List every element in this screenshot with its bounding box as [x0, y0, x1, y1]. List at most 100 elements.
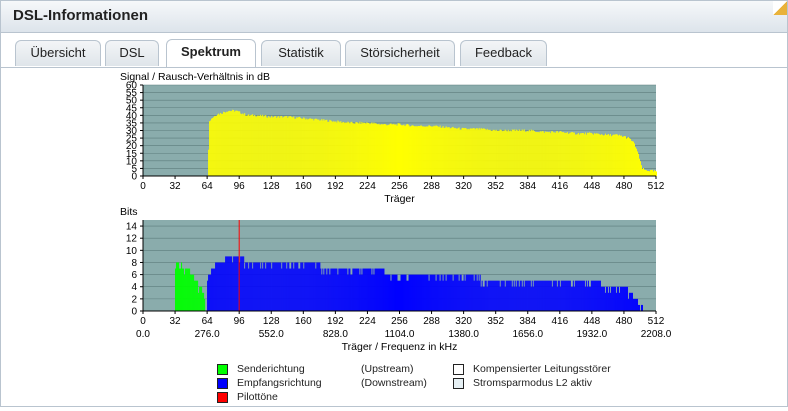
bar-0-0-353 — [496, 130, 498, 176]
bar-1-1-443 — [586, 286, 588, 311]
bar-0-0-222 — [365, 123, 367, 176]
bar-1-1-106 — [249, 262, 251, 311]
bar-0-0-283 — [426, 126, 428, 176]
bar-0-0-396 — [539, 131, 541, 176]
legend-crosstalk-label: Kompensierter Leitungsstörer — [473, 363, 611, 375]
bar-1-1-67 — [210, 274, 212, 311]
bar-0-0-410 — [553, 132, 555, 176]
bar-1-1-399 — [542, 280, 544, 311]
bar-1-1-176 — [319, 262, 321, 311]
bar-0-0-467 — [610, 136, 612, 176]
bar-1-1-244 — [387, 274, 389, 311]
bar-0-0-239 — [382, 124, 384, 176]
bar-1-1-398 — [541, 280, 543, 311]
bar-1-1-480 — [623, 286, 625, 311]
bar-0-0-180 — [323, 119, 325, 176]
bar-1-1-132 — [275, 262, 277, 311]
bar-0-0-324 — [467, 128, 469, 176]
bar-1-1-382 — [525, 280, 527, 311]
bar-1-1-450 — [593, 280, 595, 311]
bar-1-1-371 — [514, 280, 516, 311]
bar-1-0-55 — [198, 292, 200, 311]
bar-0-0-435 — [578, 134, 580, 176]
bar-0-0-462 — [605, 134, 607, 176]
bar-1-1-389 — [532, 286, 534, 311]
bar-1-1-370 — [513, 286, 515, 311]
bar-1-1-321 — [464, 280, 466, 311]
bar-0-0-464 — [607, 134, 609, 176]
bar-0-0-219 — [362, 123, 364, 176]
y-tick-label-1-6: 12 — [126, 234, 138, 245]
bar-0-0-77 — [220, 112, 222, 176]
bar-0-0-413 — [556, 131, 558, 176]
bar-1-1-120 — [263, 262, 265, 311]
tab-spektrum[interactable]: Spektrum — [166, 39, 256, 67]
bar-0-0-460 — [603, 135, 605, 176]
bar-1-1-265 — [408, 274, 410, 311]
bar-1-1-479 — [622, 286, 624, 311]
bar-1-1-325 — [468, 274, 470, 311]
bar-0-0-68 — [211, 118, 213, 176]
bar-0-0-270 — [413, 125, 415, 176]
bar-0-0-196 — [339, 122, 341, 176]
bar-0-0-192 — [335, 121, 337, 176]
tab-statistik[interactable]: Statistik — [261, 40, 341, 66]
bar-0-0-285 — [428, 125, 430, 176]
bar-1-1-391 — [534, 280, 536, 311]
bar-1-1-207 — [350, 274, 352, 311]
bar-0-0-70 — [213, 117, 215, 176]
bar-0-0-279 — [422, 126, 424, 176]
bar-0-0-286 — [429, 125, 431, 176]
bar-0-0-458 — [601, 134, 603, 176]
bar-0-0-393 — [536, 132, 538, 176]
bar-0-0-461 — [604, 133, 606, 176]
bar-0-0-236 — [379, 124, 381, 176]
bar-0-0-278 — [421, 126, 423, 176]
bar-1-1-360 — [503, 280, 505, 311]
bar-1-1-198 — [341, 268, 343, 311]
bar-0-0-442 — [585, 134, 587, 176]
bar-0-0-125 — [268, 116, 270, 176]
bar-1-1-248 — [391, 274, 393, 311]
bar-0-0-150 — [293, 116, 295, 176]
bar-0-0-65 — [208, 149, 210, 176]
tab-uebersicht[interactable]: Übersicht — [15, 40, 101, 66]
bar-0-0-128 — [271, 115, 273, 176]
bar-0-0-488 — [631, 141, 633, 176]
bar-0-0-350 — [493, 129, 495, 176]
bar-1-1-466 — [609, 292, 611, 311]
bar-1-1-157 — [300, 262, 302, 311]
bar-0-0-209 — [352, 123, 354, 176]
tab-stoersicherheit[interactable]: Störsicherheit — [345, 40, 455, 66]
bar-0-0-111 — [254, 114, 256, 176]
bar-0-0-327 — [470, 128, 472, 176]
bar-1-1-402 — [545, 280, 547, 311]
bar-0-0-448 — [591, 133, 593, 176]
bar-0-0-187 — [330, 120, 332, 176]
bar-0-0-485 — [628, 138, 630, 176]
bar-0-0-407 — [550, 131, 552, 176]
bar-1-1-234 — [377, 268, 379, 311]
bar-0-0-117 — [260, 114, 262, 176]
bar-1-1-173 — [316, 262, 318, 311]
bar-1-1-378 — [521, 286, 523, 311]
bar-0-0-292 — [435, 125, 437, 176]
bar-0-0-145 — [288, 116, 290, 176]
bar-1-1-407 — [550, 280, 552, 311]
bar-1-0-46 — [189, 268, 191, 311]
bar-1-1-64 — [207, 280, 209, 311]
bar-0-0-261 — [404, 126, 406, 176]
x-tick-label-1-8: 256 — [391, 316, 408, 327]
bar-0-0-450 — [593, 133, 595, 176]
bar-0-0-186 — [329, 119, 331, 176]
bar-1-1-359 — [502, 280, 504, 311]
tab-dsl[interactable]: DSL — [105, 40, 159, 66]
bar-1-1-301 — [444, 274, 446, 311]
bar-1-1-386 — [529, 280, 531, 311]
bar-0-0-492 — [635, 148, 637, 176]
bar-1-1-381 — [524, 280, 526, 311]
bar-0-0-441 — [584, 132, 586, 176]
bar-0-0-311 — [454, 127, 456, 176]
tab-feedback[interactable]: Feedback — [460, 40, 547, 66]
bar-0-0-418 — [561, 132, 563, 176]
